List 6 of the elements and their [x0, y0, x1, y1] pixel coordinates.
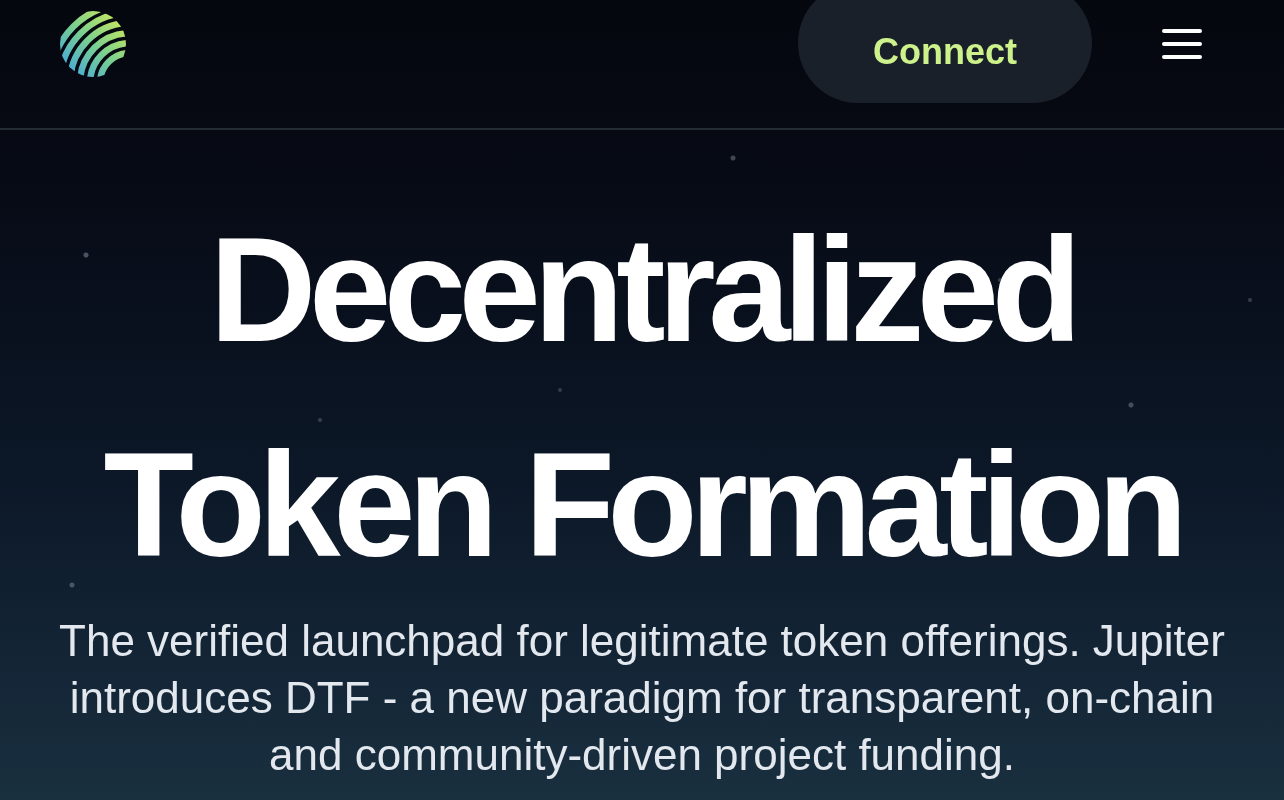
striped-sphere-logo: [60, 11, 126, 77]
hero-heading: Decentralized Token Formation: [102, 206, 1182, 589]
menu-button[interactable]: [1162, 29, 1202, 59]
hero-description: The verified launchpad for legitimate token offerings. Jupiter introduces DTF - a new paradigm for transparent, on-chain and community-driven project funding.: [58, 615, 1226, 781]
connect-button[interactable]: Connect: [798, 0, 1092, 103]
menu-icon: [1162, 29, 1202, 59]
